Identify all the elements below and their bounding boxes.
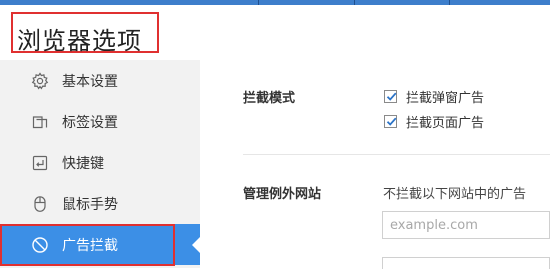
- checkbox[interactable]: [384, 90, 397, 103]
- sidebar-item-label: 快捷键: [62, 155, 104, 172]
- sidebar-item-label: 标签设置: [62, 114, 118, 131]
- block-mode-label: 拦截模式: [243, 91, 296, 106]
- exception-site-input[interactable]: [382, 211, 550, 239]
- sidebar-item-label: 基本设置: [62, 73, 118, 90]
- mouse-icon: [31, 195, 49, 213]
- settings-sidebar: 基本设置 标签设置 快捷键 鼠标手势 广告拦截: [0, 60, 200, 268]
- section-divider: [243, 154, 550, 155]
- exception-site-list[interactable]: [382, 257, 550, 269]
- option-block-popup-ads[interactable]: 拦截弹窗广告: [384, 87, 484, 106]
- dialog-header: 浏览器选项: [0, 5, 550, 60]
- option-block-page-ads[interactable]: 拦截页面广告: [384, 112, 484, 131]
- option-label: 拦截弹窗广告: [406, 91, 485, 106]
- tabs-icon: [31, 113, 49, 131]
- dialog-title: 浏览器选项: [17, 27, 142, 55]
- sidebar-item-label: 鼠标手势: [62, 196, 118, 213]
- checkbox[interactable]: [384, 115, 397, 128]
- checkmark-icon: [386, 117, 397, 126]
- exceptions-hint: 不拦截以下网站中的广告: [383, 187, 527, 202]
- sidebar-item-mouse-gestures[interactable]: 鼠标手势: [0, 183, 200, 224]
- sidebar-item-label: 广告拦截: [62, 237, 118, 254]
- sidebar-item-ad-block[interactable]: 广告拦截: [0, 224, 200, 265]
- checkmark-icon: [386, 92, 397, 101]
- option-label: 拦截页面广告: [406, 116, 485, 131]
- sidebar-item-basic-settings[interactable]: 基本设置: [0, 60, 200, 101]
- gear-icon: [31, 71, 49, 90]
- block-icon: [31, 236, 49, 254]
- sidebar-item-shortcuts[interactable]: 快捷键: [0, 142, 200, 183]
- sidebar-item-tab-settings[interactable]: 标签设置: [0, 101, 200, 142]
- exceptions-label: 管理例外网站: [243, 187, 322, 202]
- shortcut-key-icon: [31, 154, 49, 172]
